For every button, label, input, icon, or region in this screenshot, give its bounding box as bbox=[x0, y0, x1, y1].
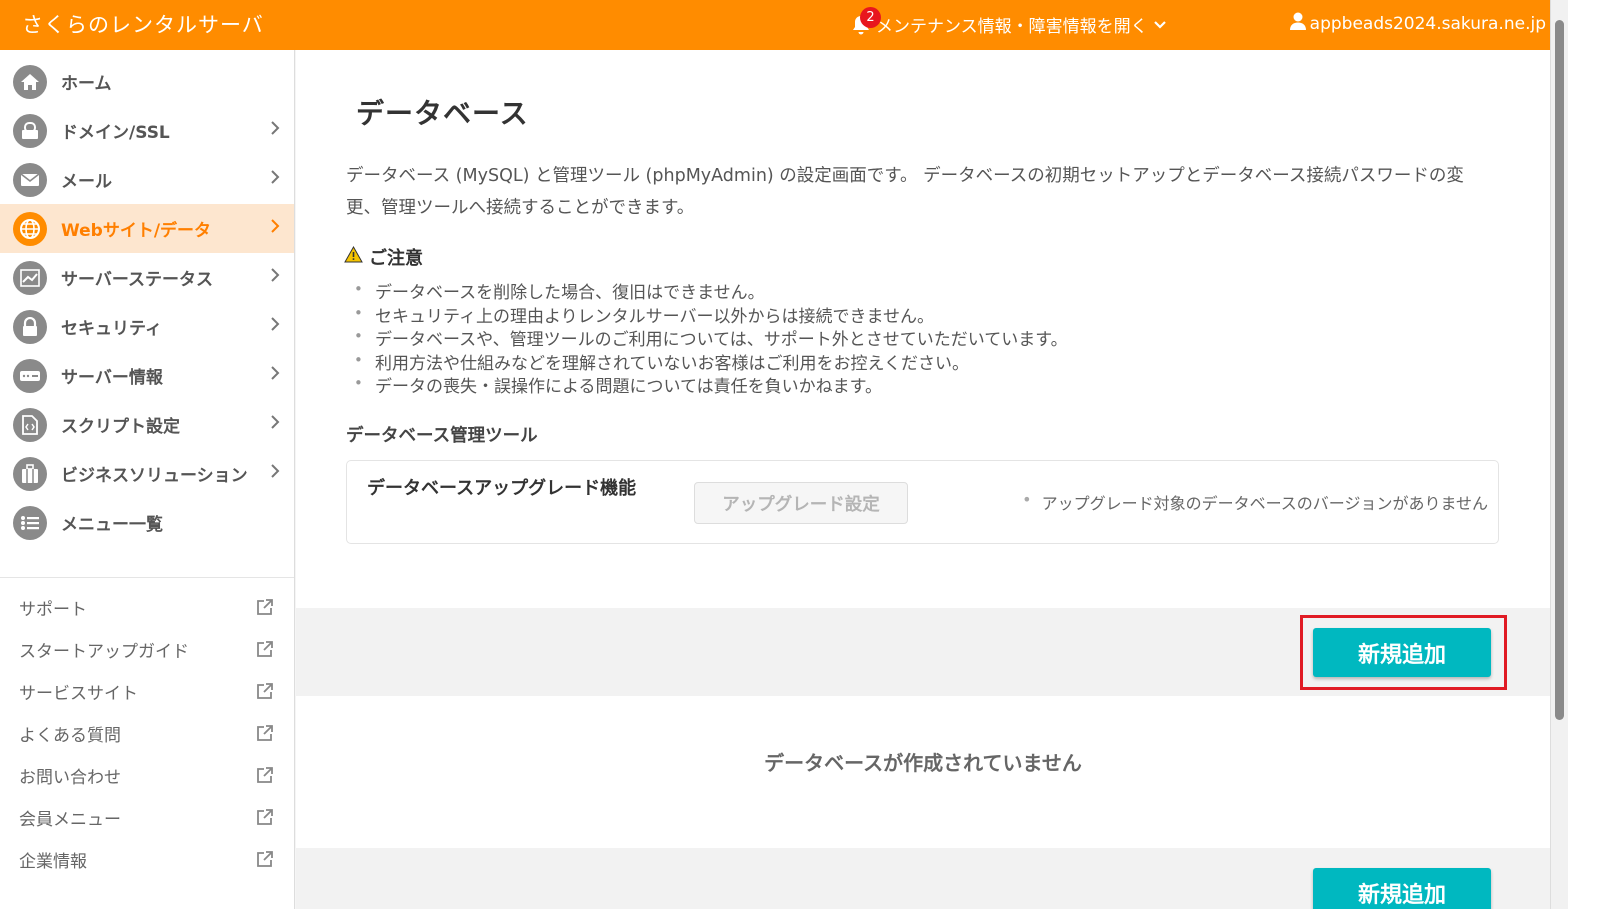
link-label: 企業情報 bbox=[19, 851, 87, 872]
mail-icon bbox=[13, 162, 47, 197]
domain-icon bbox=[13, 113, 47, 148]
chevron-right-icon bbox=[271, 315, 280, 336]
notice-item: データの喪失・誤操作による問題については責任を負いかねます。 bbox=[354, 372, 1068, 400]
action-bar-bottom: 新規追加 bbox=[296, 848, 1550, 909]
user-icon bbox=[1289, 12, 1306, 35]
sidebar-item-label: ホーム bbox=[61, 74, 112, 94]
external-link-icon bbox=[256, 598, 274, 621]
action-bar-top: 新規追加 bbox=[296, 608, 1550, 696]
link-label: スタートアップガイド bbox=[19, 641, 189, 662]
chevron-right-icon bbox=[271, 168, 280, 189]
sidebar-item-label: セキュリティ bbox=[61, 319, 162, 339]
sidebar: ホーム ドメイン/SSL メール Webサイト/データ サーバーステータス セキ… bbox=[0, 50, 295, 909]
user-account-label: appbeads2024.sakura.ne.jp bbox=[1309, 13, 1546, 34]
chart-icon bbox=[13, 260, 47, 295]
chevron-right-icon bbox=[271, 364, 280, 385]
sidebar-item-label: Webサイト/データ bbox=[61, 221, 212, 241]
home-icon bbox=[13, 64, 47, 99]
sidebar-item-label: メール bbox=[61, 172, 112, 192]
upgrade-settings-button[interactable]: アップグレード設定 bbox=[694, 482, 908, 524]
brand-logo-text[interactable]: さくらのレンタルサーバ bbox=[22, 9, 264, 39]
window-edge bbox=[1568, 0, 1605, 909]
sidebar-item-server-status[interactable]: サーバーステータス bbox=[0, 253, 294, 302]
briefcase-icon bbox=[13, 456, 47, 491]
vertical-scrollbar[interactable] bbox=[1550, 0, 1568, 909]
globe-icon bbox=[13, 211, 47, 246]
sidebar-item-domain-ssl[interactable]: ドメイン/SSL bbox=[0, 106, 294, 155]
link-faq[interactable]: よくある質問 bbox=[0, 712, 294, 754]
sidebar-item-label: スクリプト設定 bbox=[61, 417, 180, 437]
lock-icon bbox=[13, 309, 47, 344]
notice-item: 利用方法や仕組みなどを理解されていないお客様はご利用をお控えください。 bbox=[354, 349, 1068, 377]
notice-list: データベースを削除した場合、復旧はできません。 セキュリティ上の理由よりレンタル… bbox=[354, 278, 1068, 400]
link-service-site[interactable]: サービスサイト bbox=[0, 670, 294, 712]
chevron-right-icon bbox=[271, 217, 280, 238]
link-company-info[interactable]: 企業情報 bbox=[0, 838, 294, 880]
external-link-icon bbox=[256, 766, 274, 789]
notice-item: セキュリティ上の理由よりレンタルサーバー以外からは接続できません。 bbox=[354, 302, 1068, 330]
maintenance-label: メンテナンス情報・障害情報を開く bbox=[876, 17, 1148, 37]
bell-icon[interactable]: 2 bbox=[852, 6, 881, 35]
link-member-menu[interactable]: 会員メニュー bbox=[0, 796, 294, 838]
link-label: よくある質問 bbox=[19, 725, 121, 746]
top-header: さくらのレンタルサーバ 2 メンテナンス情報・障害情報を開く appbeads2… bbox=[0, 0, 1586, 50]
external-link-icon bbox=[256, 640, 274, 663]
external-links: サポート スタートアップガイド サービスサイト よくある質問 お問い合わせ 会員… bbox=[0, 586, 294, 880]
sidebar-item-label: ドメイン/SSL bbox=[61, 123, 170, 143]
tool-name: データベースアップグレード機能 bbox=[367, 478, 637, 499]
link-contact[interactable]: お問い合わせ bbox=[0, 754, 294, 796]
new-add-button[interactable]: 新規追加 bbox=[1313, 628, 1491, 677]
chevron-right-icon bbox=[271, 413, 280, 434]
link-support[interactable]: サポート bbox=[0, 586, 294, 628]
page-title: データベース bbox=[356, 97, 529, 130]
new-add-button[interactable]: 新規追加 bbox=[1313, 868, 1491, 909]
sidebar-item-script-settings[interactable]: スクリプト設定 bbox=[0, 400, 294, 449]
sidebar-item-security[interactable]: セキュリティ bbox=[0, 302, 294, 351]
sidebar-item-server-info[interactable]: サーバー情報 bbox=[0, 351, 294, 400]
warning-icon bbox=[344, 245, 363, 268]
link-label: サポート bbox=[19, 599, 87, 620]
notice-heading: ご注意 bbox=[344, 244, 423, 270]
upgrade-note: アップグレード対象のデータベースのバージョンがありません bbox=[1022, 490, 1488, 514]
notification-badge: 2 bbox=[860, 6, 881, 28]
sidebar-item-label: メニュー一覧 bbox=[61, 515, 163, 535]
sidebar-item-label: サーバー情報 bbox=[61, 368, 163, 388]
main-content: データベース データベース (MySQL) と管理ツール (phpMyAdmin… bbox=[296, 50, 1550, 909]
notice-item: データベースや、管理ツールのご利用については、サポート外とさせていただいています… bbox=[354, 325, 1068, 353]
chevron-down-icon bbox=[1153, 18, 1166, 32]
user-account-menu[interactable]: appbeads2024.sakura.ne.jp bbox=[1289, 12, 1564, 35]
sidebar-item-label: サーバーステータス bbox=[61, 270, 213, 290]
script-icon bbox=[13, 407, 47, 442]
sidebar-item-website-data[interactable]: Webサイト/データ bbox=[0, 204, 294, 253]
external-link-icon bbox=[256, 850, 274, 873]
sidebar-item-mail[interactable]: メール bbox=[0, 155, 294, 204]
chevron-right-icon bbox=[271, 119, 280, 140]
list-icon bbox=[13, 505, 47, 540]
sidebar-divider bbox=[0, 577, 294, 578]
sidebar-item-business-solution[interactable]: ビジネスソリューション bbox=[0, 449, 294, 498]
upgrade-tool-card: データベースアップグレード機能 アップグレード設定 アップグレード対象のデータベ… bbox=[346, 460, 1499, 544]
notice-item: データベースを削除した場合、復旧はできません。 bbox=[354, 278, 1068, 306]
scrollbar-thumb[interactable] bbox=[1555, 20, 1564, 720]
link-label: サービスサイト bbox=[19, 683, 138, 704]
tool-section-title: データベース管理ツール bbox=[346, 426, 538, 446]
link-startup-guide[interactable]: スタートアップガイド bbox=[0, 628, 294, 670]
notice-title: ご注意 bbox=[369, 248, 423, 269]
chevron-right-icon bbox=[271, 462, 280, 483]
link-label: お問い合わせ bbox=[19, 767, 121, 788]
link-label: 会員メニュー bbox=[19, 809, 121, 830]
external-link-icon bbox=[256, 724, 274, 747]
external-link-icon bbox=[256, 808, 274, 831]
sidebar-item-label: ビジネスソリューション bbox=[61, 466, 248, 486]
server-icon bbox=[13, 358, 47, 393]
maintenance-info-toggle[interactable]: 2 メンテナンス情報・障害情報を開く bbox=[852, 6, 1166, 37]
empty-state-message: データベースが作成されていません bbox=[764, 751, 1082, 775]
sidebar-item-menu-list[interactable]: メニュー一覧 bbox=[0, 498, 294, 547]
page-description: データベース (MySQL) と管理ツール (phpMyAdmin) の設定画面… bbox=[346, 166, 1464, 218]
sidebar-item-home[interactable]: ホーム bbox=[0, 57, 294, 106]
external-link-icon bbox=[256, 682, 274, 705]
chevron-right-icon bbox=[271, 266, 280, 287]
